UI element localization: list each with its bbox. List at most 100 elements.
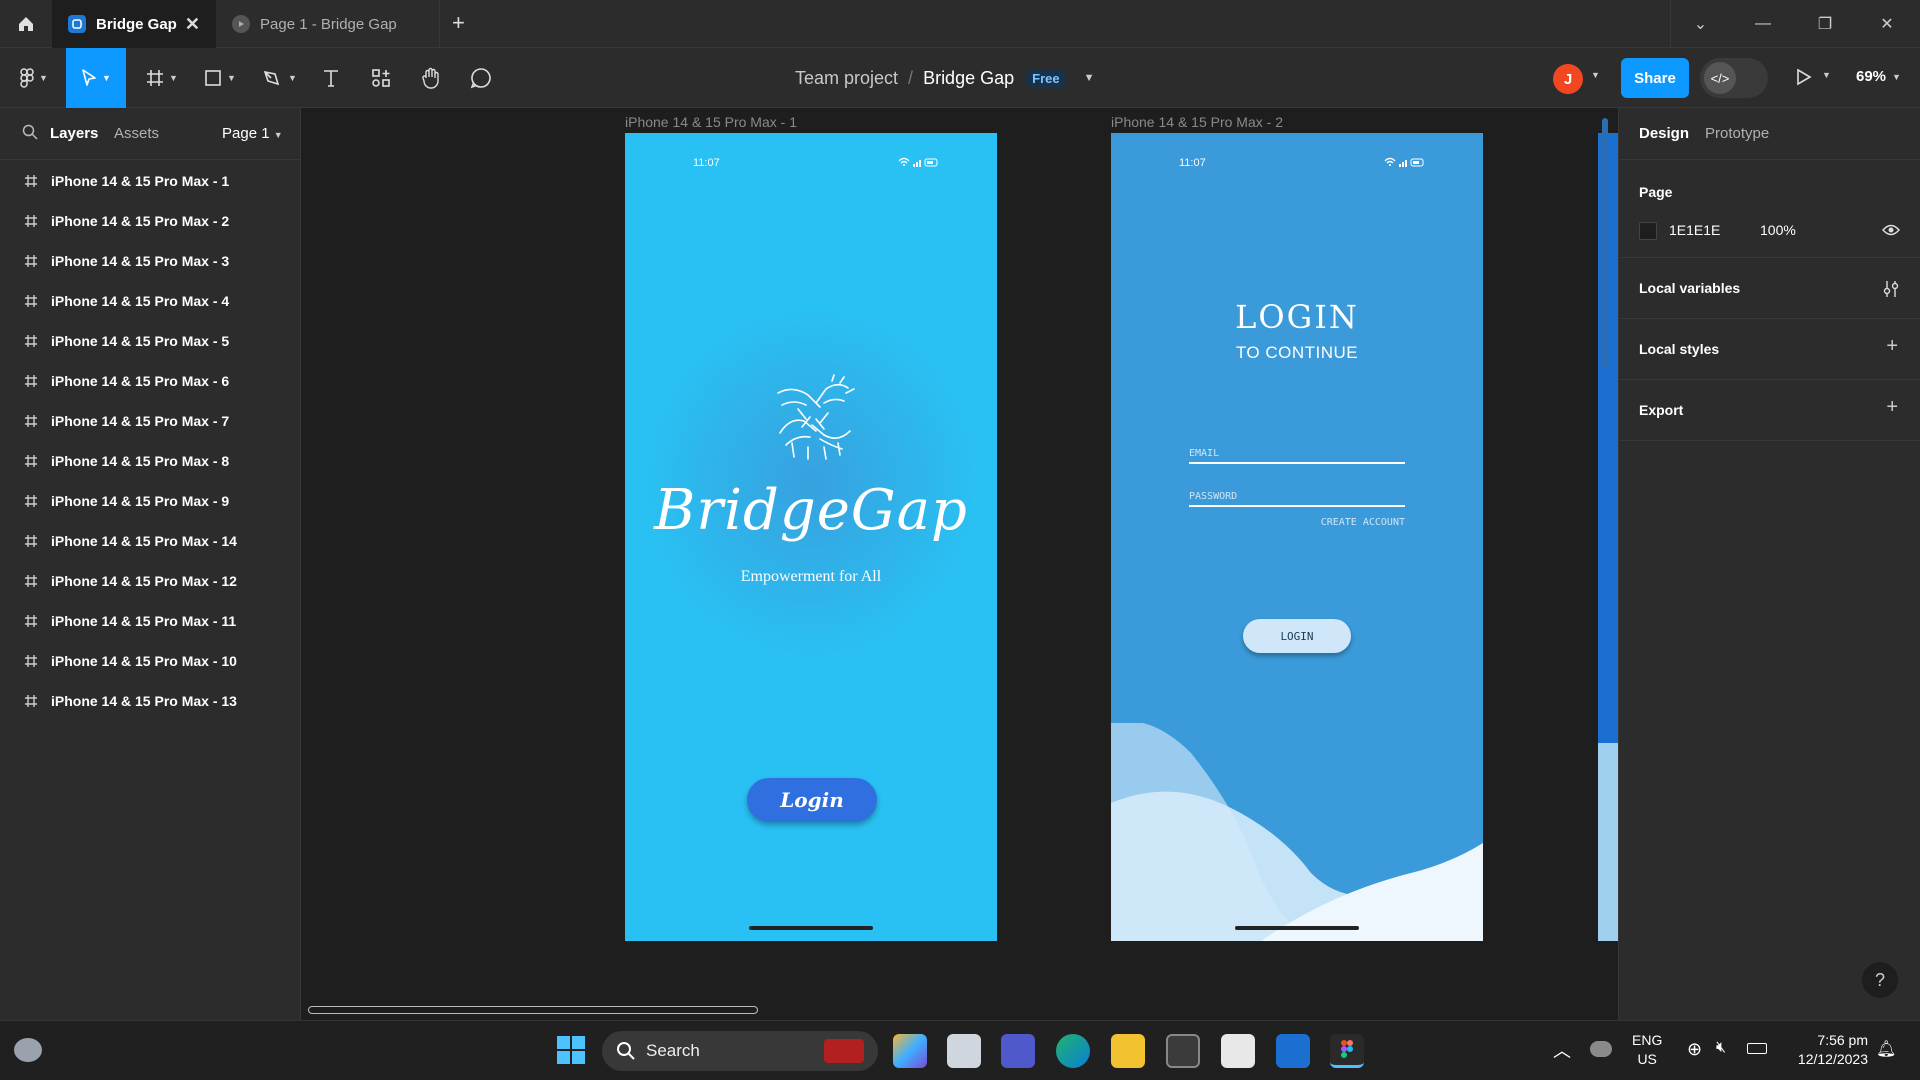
teams-icon[interactable] bbox=[1001, 1034, 1035, 1068]
password-field[interactable]: PASSWORD bbox=[1189, 491, 1405, 507]
layer-row[interactable]: iPhone 14 & 15 Pro Max - 9 bbox=[0, 481, 300, 521]
add-style-icon[interactable]: + bbox=[1886, 335, 1898, 358]
home-indicator bbox=[1235, 926, 1359, 930]
tab-design[interactable]: Design bbox=[1639, 125, 1689, 142]
create-account-link[interactable]: CREATE ACCOUNT bbox=[1321, 517, 1405, 528]
task-view-icon[interactable] bbox=[947, 1034, 981, 1068]
layer-row[interactable]: iPhone 14 & 15 Pro Max - 4 bbox=[0, 281, 300, 321]
figma-taskbar-icon[interactable] bbox=[1330, 1034, 1364, 1068]
frame-3-partial[interactable] bbox=[1598, 133, 1618, 941]
frame-label[interactable]: iPhone 14 & 15 Pro Max - 1 bbox=[625, 114, 797, 130]
comment-tool-button[interactable] bbox=[466, 48, 496, 108]
tab-layers[interactable]: Layers bbox=[50, 125, 98, 142]
breadcrumb-team[interactable]: Team project bbox=[795, 68, 898, 89]
notification-bell-icon[interactable]: 🔔︎ bbox=[1876, 1039, 1896, 1059]
main-menu-button[interactable]: ▼ bbox=[12, 48, 56, 108]
file-name[interactable]: Bridge Gap bbox=[923, 68, 1014, 89]
network-icon[interactable]: ⊕ bbox=[1687, 1039, 1702, 1060]
close-window-icon[interactable]: ✕ bbox=[1857, 0, 1917, 48]
volume-muted-icon[interactable]: 🔇︎ bbox=[1716, 1039, 1726, 1057]
search-icon[interactable] bbox=[22, 124, 38, 140]
tab-bridge-gap[interactable]: Bridge Gap ✕ bbox=[52, 0, 216, 48]
tab-label: Bridge Gap bbox=[96, 15, 177, 33]
present-button[interactable] bbox=[1796, 68, 1812, 91]
layer-name: iPhone 14 & 15 Pro Max - 12 bbox=[51, 573, 237, 589]
tab-page-1[interactable]: Page 1 - Bridge Gap bbox=[216, 0, 440, 48]
login-button[interactable]: Login bbox=[747, 778, 877, 822]
tab-assets[interactable]: Assets bbox=[114, 125, 159, 142]
page-color-swatch[interactable] bbox=[1639, 222, 1657, 240]
layer-row[interactable]: iPhone 14 & 15 Pro Max - 12 bbox=[0, 561, 300, 601]
weather-icon[interactable] bbox=[14, 1038, 42, 1062]
page-opacity[interactable]: 100% bbox=[1760, 222, 1796, 238]
chevron-down-icon[interactable]: ▼ bbox=[1591, 70, 1600, 80]
frame-icon bbox=[25, 415, 37, 427]
tab-prototype[interactable]: Prototype bbox=[1705, 125, 1769, 142]
text-tool-button[interactable] bbox=[316, 48, 346, 108]
layer-row[interactable]: iPhone 14 & 15 Pro Max - 11 bbox=[0, 601, 300, 641]
dev-mode-toggle[interactable]: </> bbox=[1700, 58, 1768, 98]
file-explorer-icon[interactable] bbox=[1111, 1034, 1145, 1068]
layer-row[interactable]: iPhone 14 & 15 Pro Max - 1 bbox=[0, 161, 300, 201]
chevron-up-icon[interactable]: ︿ bbox=[1553, 1037, 1571, 1063]
canvas[interactable]: iPhone 14 & 15 Pro Max - 1 iPhone 14 & 1… bbox=[302, 108, 1618, 1020]
layer-row[interactable]: iPhone 14 & 15 Pro Max - 6 bbox=[0, 361, 300, 401]
amazon-icon[interactable] bbox=[1221, 1034, 1255, 1068]
page-selector[interactable]: Page 1 ▼ bbox=[222, 125, 283, 142]
language-indicator[interactable]: ENG US bbox=[1632, 1031, 1662, 1069]
chevron-down-icon[interactable]: ⌄ bbox=[1670, 0, 1730, 48]
email-field[interactable]: EMAIL bbox=[1189, 448, 1405, 464]
chevron-down-icon[interactable]: ▼ bbox=[1822, 70, 1831, 80]
layer-row[interactable]: iPhone 14 & 15 Pro Max - 14 bbox=[0, 521, 300, 561]
layer-row[interactable]: iPhone 14 & 15 Pro Max - 8 bbox=[0, 441, 300, 481]
eye-icon[interactable] bbox=[1882, 224, 1900, 236]
edge-icon[interactable] bbox=[1056, 1034, 1090, 1068]
app-icon[interactable] bbox=[1276, 1034, 1310, 1068]
frame-tool-button[interactable]: ▼ bbox=[140, 48, 184, 108]
battery-icon[interactable] bbox=[1747, 1043, 1767, 1054]
layer-row[interactable]: iPhone 14 & 15 Pro Max - 3 bbox=[0, 241, 300, 281]
help-button[interactable]: ? bbox=[1862, 962, 1898, 998]
page-color-hex[interactable]: 1E1E1E bbox=[1669, 222, 1720, 238]
export-section[interactable]: Export + bbox=[1619, 380, 1920, 441]
zoom-menu[interactable]: 69% ▼ bbox=[1856, 68, 1901, 85]
local-styles-section[interactable]: Local styles + bbox=[1619, 319, 1920, 380]
new-tab-icon[interactable]: + bbox=[452, 10, 465, 36]
frame-splash[interactable]: 11:07 BridgeGap Empowerment for All Logi… bbox=[625, 133, 997, 941]
plan-badge[interactable]: Free bbox=[1026, 68, 1066, 88]
frame-icon bbox=[25, 455, 37, 467]
onedrive-icon[interactable] bbox=[1590, 1041, 1612, 1057]
frame-icon bbox=[25, 655, 37, 667]
share-button[interactable]: Share bbox=[1621, 58, 1689, 98]
close-tab-icon[interactable]: ✕ bbox=[185, 14, 200, 35]
frame-label[interactable]: iPhone 14 & 15 Pro Max - 2 bbox=[1111, 114, 1283, 130]
layer-row[interactable]: iPhone 14 & 15 Pro Max - 10 bbox=[0, 641, 300, 681]
avatar[interactable]: J bbox=[1553, 64, 1583, 94]
hand-tool-button[interactable] bbox=[416, 48, 446, 108]
copilot-icon[interactable] bbox=[893, 1034, 927, 1068]
layer-row[interactable]: iPhone 14 & 15 Pro Max - 13 bbox=[0, 681, 300, 721]
shape-tool-button[interactable]: ▼ bbox=[198, 48, 242, 108]
frame-login[interactable]: 11:07 LOGIN TO CONTINUE EMAIL PASSWORD C… bbox=[1111, 133, 1483, 941]
layer-row[interactable]: iPhone 14 & 15 Pro Max - 7 bbox=[0, 401, 300, 441]
home-button[interactable] bbox=[0, 0, 52, 48]
minimize-icon[interactable]: — bbox=[1733, 0, 1793, 48]
chevron-down-icon[interactable]: ▼ bbox=[1084, 72, 1095, 84]
taskbar-search[interactable]: Search bbox=[602, 1031, 878, 1071]
restore-icon[interactable]: ❐ bbox=[1795, 0, 1855, 48]
pen-tool-button[interactable]: ▼ bbox=[258, 48, 302, 108]
horizontal-scrollbar[interactable] bbox=[308, 1006, 758, 1014]
frame-icon bbox=[25, 495, 37, 507]
resources-button[interactable] bbox=[366, 48, 396, 108]
local-variables-section[interactable]: Local variables bbox=[1619, 258, 1920, 319]
sliders-icon[interactable] bbox=[1882, 280, 1900, 298]
login-submit-button[interactable]: LOGIN bbox=[1243, 619, 1351, 653]
layer-row[interactable]: iPhone 14 & 15 Pro Max - 5 bbox=[0, 321, 300, 361]
move-tool-button[interactable]: ▼ bbox=[66, 48, 126, 108]
clock[interactable]: 7:56 pm 12/12/2023 bbox=[1780, 1031, 1868, 1069]
start-button[interactable] bbox=[556, 1035, 586, 1070]
add-export-icon[interactable]: + bbox=[1886, 396, 1898, 419]
vertical-scrollbar[interactable] bbox=[1602, 118, 1608, 368]
layer-row[interactable]: iPhone 14 & 15 Pro Max - 2 bbox=[0, 201, 300, 241]
microsoft-store-icon[interactable] bbox=[1166, 1034, 1200, 1068]
